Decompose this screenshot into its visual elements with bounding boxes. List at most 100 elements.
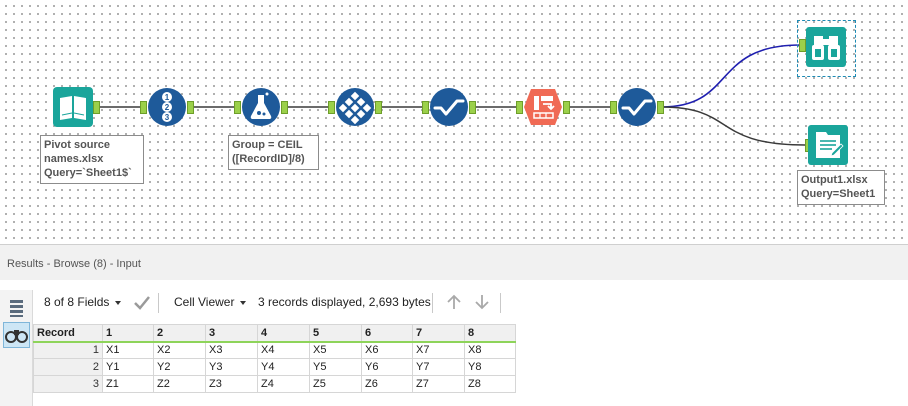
record-id-icon: 1 2 3 — [148, 88, 186, 126]
column-header[interactable]: Record — [33, 324, 103, 343]
results-side-rail — [0, 290, 33, 406]
column-header[interactable]: 2 — [153, 324, 206, 343]
list-view-button[interactable] — [3, 294, 30, 320]
book-icon — [53, 87, 93, 127]
annotation-line: Pivot source — [44, 139, 111, 151]
formula-tool[interactable] — [241, 87, 281, 127]
output-doc-icon — [808, 125, 848, 165]
table-cell[interactable]: Z6 — [361, 375, 413, 393]
table-cell[interactable]: X2 — [153, 341, 206, 359]
results-toolbar: 8 of 8 Fields Cell Viewer 3 records disp… — [37, 293, 657, 313]
cell-viewer-label: Cell Viewer — [174, 295, 235, 309]
list-lines-icon — [10, 300, 23, 317]
input-anchor[interactable] — [610, 101, 617, 114]
toolbar-divider — [432, 293, 433, 313]
grid-diamond-icon — [336, 88, 374, 126]
table-row[interactable]: 1 X1 X2 X3 X4 X5 X6 X7 X8 — [33, 341, 516, 359]
table-cell[interactable]: X6 — [361, 341, 413, 359]
multi-row-tool[interactable] — [335, 87, 375, 127]
output-anchor[interactable] — [93, 101, 100, 114]
workflow-canvas[interactable]: 1 2 3 Pivot source names.xlsx Query=`She… — [0, 0, 908, 243]
cell-viewer-dropdown[interactable]: Cell Viewer — [174, 295, 247, 309]
column-header[interactable]: 4 — [257, 324, 310, 343]
table-cell[interactable]: X8 — [464, 341, 516, 359]
binoculars-icon — [5, 330, 28, 343]
check-wave-icon — [430, 88, 468, 126]
table-cell[interactable]: Z7 — [412, 375, 465, 393]
chevron-down-icon — [240, 300, 247, 305]
fields-dropdown[interactable]: 8 of 8 Fields — [44, 295, 122, 309]
column-header[interactable]: 3 — [205, 324, 258, 343]
formula-annotation: Group = CEIL ([RecordID]/8) — [228, 135, 319, 170]
table-cell[interactable]: Y1 — [102, 358, 154, 376]
browse-tool[interactable] — [806, 27, 846, 67]
table-row[interactable]: 2 Y1 Y2 Y3 Y4 Y5 Y6 Y7 Y8 — [33, 358, 516, 376]
arrow-down-icon — [475, 295, 489, 310]
input-anchor[interactable] — [328, 101, 335, 114]
input-anchor[interactable] — [234, 101, 241, 114]
table-cell[interactable]: Y7 — [412, 358, 465, 376]
input-anchor[interactable] — [799, 39, 806, 52]
column-header[interactable]: 8 — [464, 324, 516, 343]
output-anchor[interactable] — [375, 101, 382, 114]
formula-flask-icon — [242, 88, 280, 126]
output-anchor[interactable] — [563, 101, 570, 114]
table-header-row: Record 1 2 3 4 5 6 7 8 — [33, 324, 516, 343]
chevron-down-icon — [115, 300, 122, 305]
annotation-line: ([RecordID]/8) — [232, 153, 305, 165]
table-cell[interactable]: Y5 — [309, 358, 362, 376]
table-cell[interactable]: X5 — [309, 341, 362, 359]
output-anchor[interactable] — [281, 101, 288, 114]
table-cell[interactable]: Z8 — [464, 375, 516, 393]
input-anchor[interactable] — [516, 101, 523, 114]
table-cell[interactable]: X1 — [102, 341, 154, 359]
output-data-tool[interactable] — [808, 125, 848, 165]
table-cell[interactable]: Y4 — [257, 358, 310, 376]
column-header[interactable]: 6 — [361, 324, 413, 343]
table-cell[interactable]: Z2 — [153, 375, 206, 393]
column-header[interactable]: 1 — [102, 324, 154, 343]
table-cell[interactable]: Z4 — [257, 375, 310, 393]
select-tool-2[interactable] — [617, 87, 657, 127]
apply-check-button[interactable] — [133, 293, 151, 314]
output-anchor[interactable] — [657, 101, 664, 114]
table-cell[interactable]: Y6 — [361, 358, 413, 376]
table-cell[interactable]: Z5 — [309, 375, 362, 393]
annotation-line: Group = CEIL — [232, 139, 303, 151]
table-cell[interactable]: X4 — [257, 341, 310, 359]
table-cell[interactable]: X3 — [205, 341, 258, 359]
select-tool[interactable] — [429, 87, 469, 127]
results-title: Results - Browse (8) - Input — [7, 258, 141, 270]
column-header[interactable]: 7 — [412, 324, 465, 343]
binoculars-icon — [806, 27, 846, 67]
row-number: 1 — [33, 341, 103, 359]
column-header[interactable]: 5 — [309, 324, 362, 343]
fields-dropdown-label: 8 of 8 Fields — [44, 295, 110, 309]
table-cell[interactable]: Z3 — [205, 375, 258, 393]
table-cell[interactable]: Y3 — [205, 358, 258, 376]
records-summary: 3 records displayed, 2,693 bytes — [258, 295, 431, 309]
output-anchor[interactable] — [187, 101, 194, 114]
annotation-line: Output1.xlsx — [801, 174, 868, 186]
input-data-tool[interactable] — [53, 87, 93, 127]
input-anchor[interactable] — [140, 101, 147, 114]
table-cell[interactable]: Y8 — [464, 358, 516, 376]
record-id-tool[interactable]: 1 2 3 — [147, 87, 187, 127]
annotation-line: Query=`Sheet1$` — [44, 167, 132, 179]
output-anchor[interactable] — [469, 101, 476, 114]
scroll-down-button[interactable] — [473, 293, 491, 314]
annotation-line: names.xlsx — [44, 153, 104, 165]
check-wave-icon — [618, 88, 656, 126]
table-row[interactable]: 3 Z1 Z2 Z3 Z4 Z5 Z6 Z7 Z8 — [33, 375, 516, 393]
scroll-up-button[interactable] — [445, 293, 463, 314]
table-cell[interactable]: Z1 — [102, 375, 154, 393]
input-anchor[interactable] — [422, 101, 429, 114]
browse-view-button[interactable] — [3, 322, 30, 348]
checkmark-icon — [134, 296, 150, 310]
svg-text:2: 2 — [165, 103, 170, 112]
connection-wire — [661, 106, 806, 146]
table-cell[interactable]: Y2 — [153, 358, 206, 376]
annotation-line: Query=Sheet1 — [801, 188, 876, 200]
table-cell[interactable]: X7 — [412, 341, 465, 359]
cross-tab-tool[interactable] — [523, 87, 563, 127]
